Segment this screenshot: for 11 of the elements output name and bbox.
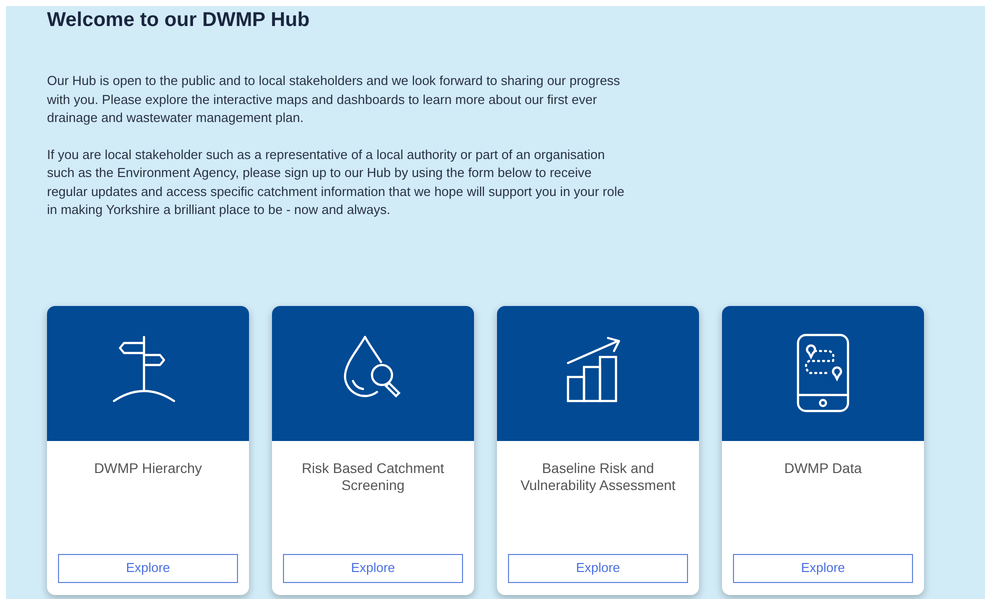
explore-button[interactable]: Explore: [58, 554, 238, 582]
card-title: Baseline Risk and Vulnerability Assessment: [519, 460, 677, 494]
explore-button[interactable]: Explore: [733, 554, 913, 582]
explore-button[interactable]: Explore: [283, 554, 463, 582]
card-title: DWMP Data: [783, 460, 863, 476]
intro-paragraph: If you are local stakeholder such as a representative of a local authority or part of an organisation such as the Environment Agency, please sign up to our Hub by using the form below to receive regular updates and access specific catchment information that we hope will support you in your role in making Yorkshire a brilliant place to be - now and always.: [47, 146, 626, 219]
intro-paragraph: Our Hub is open to the public and to local stakeholders and we look forward to sharing our progress with you. Please explore the interactive maps and dashboards to learn more about our first ever drainage and wastewater management plan.: [47, 72, 622, 127]
page-heading: Welcome to our DWMP Hub: [47, 8, 310, 32]
card-title: Risk Based Catchment Screening: [300, 460, 446, 494]
explore-button[interactable]: Explore: [508, 554, 688, 582]
card-title: DWMP Hierarchy: [93, 460, 203, 476]
